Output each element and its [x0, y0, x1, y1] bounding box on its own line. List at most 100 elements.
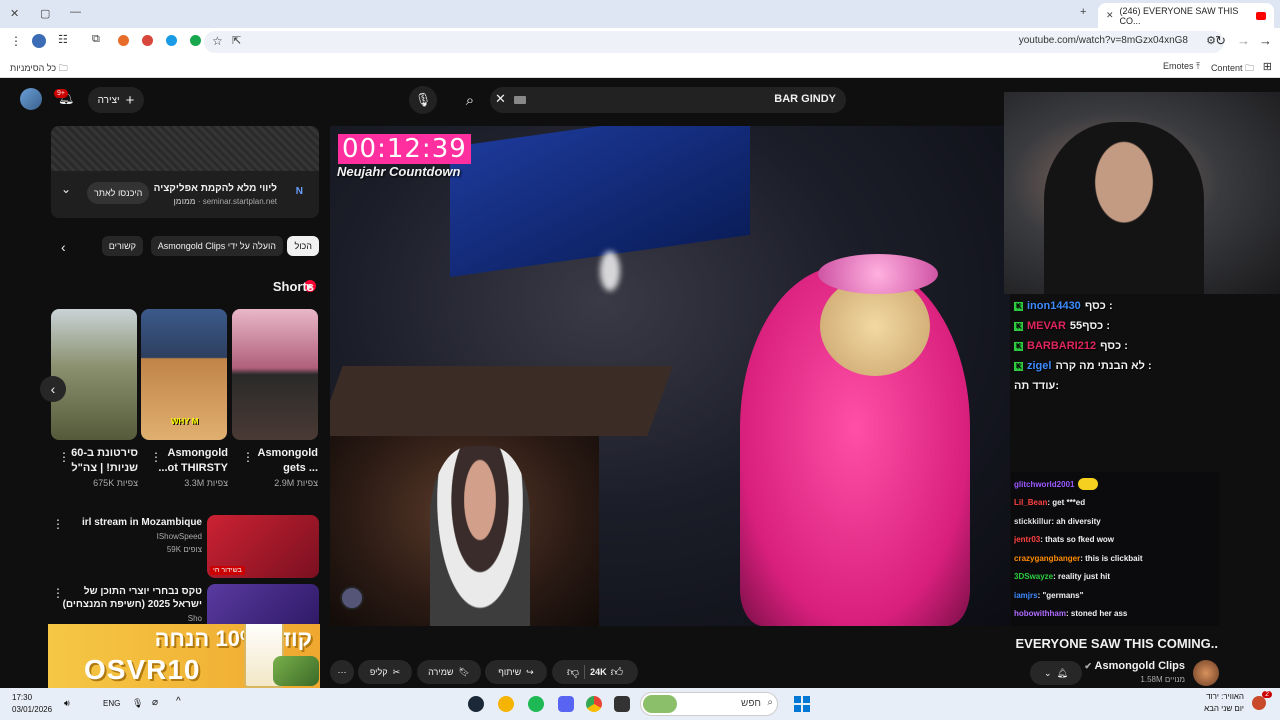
chip-related[interactable]: קשורים: [101, 236, 143, 256]
create-button[interactable]: + יצירה: [88, 87, 144, 113]
video-row-title[interactable]: irl stream in Mozambique: [52, 517, 202, 528]
reload-icon[interactable]: ↻: [1215, 33, 1226, 49]
minimize-window-icon[interactable]: —: [70, 6, 81, 18]
youtube-favicon-icon: [1255, 11, 1266, 20]
save-button[interactable]: 🔖︎ שמירה: [417, 660, 481, 684]
search-icon[interactable]: ⌕: [456, 86, 484, 114]
short-views: 675K צפיות: [93, 478, 138, 488]
search-icon: ⌕: [767, 697, 773, 708]
chevron-up-icon[interactable]: ^: [176, 696, 181, 707]
subscriber-count: 1.58M מנויים: [1140, 675, 1185, 684]
channel-name[interactable]: ✔ Asmongold Clips: [1084, 660, 1185, 672]
restore-window-icon[interactable]: ▢: [40, 7, 50, 20]
channel-name-text: Asmongold Clips: [1094, 660, 1185, 672]
task-view-icon[interactable]: [614, 696, 630, 712]
more-options-icon[interactable]: ⋮: [52, 586, 64, 600]
new-tab-icon[interactable]: +: [1080, 6, 1086, 18]
weather-line1[interactable]: האוויר: ירוד: [1206, 692, 1244, 701]
avatar[interactable]: [20, 88, 42, 110]
more-options-icon[interactable]: ⋮: [242, 450, 254, 464]
chat-message: hobowithham: stoned her ass: [1014, 609, 1128, 619]
more-actions-button[interactable]: ⋯: [330, 660, 354, 684]
chat-text: עודד תה:: [1014, 380, 1059, 392]
all-bookmarks-link[interactable]: כל הסימניות 🗀: [10, 61, 68, 77]
channel-avatar[interactable]: [1193, 660, 1219, 686]
bookmark-content[interactable]: Content 🗀: [1211, 61, 1254, 77]
short-caption[interactable]: סירטונת ב-60 שניות! | צה"ל: [58, 446, 138, 476]
puzzle-icon[interactable]: ⧉: [92, 33, 100, 46]
forward-icon[interactable]: →: [1259, 33, 1272, 48]
clock-time[interactable]: 17:30: [12, 693, 32, 702]
network-icon[interactable]: ⌀: [152, 697, 158, 708]
back-icon[interactable]: →: [1237, 33, 1250, 48]
clock-date[interactable]: 03/01/2026: [12, 705, 52, 714]
extension-icon[interactable]: [166, 35, 177, 46]
microphone-icon[interactable]: 🎙︎: [132, 698, 143, 709]
short-thumbnail[interactable]: [51, 309, 137, 440]
bell-icon: 🔔︎: [1056, 667, 1068, 678]
steam-icon[interactable]: [468, 696, 484, 712]
more-options-icon[interactable]: ⋮: [150, 450, 162, 464]
crown-scene: [818, 254, 938, 294]
extension-icon[interactable]: [118, 35, 129, 46]
chevron-down-icon[interactable]: ⌄: [61, 182, 71, 196]
chevron-left-icon[interactable]: ‹: [40, 376, 66, 402]
weather-line2[interactable]: יום שני הבא: [1204, 704, 1244, 713]
spotify-icon[interactable]: [528, 696, 544, 712]
windows-start-icon[interactable]: [794, 696, 810, 712]
more-options-icon[interactable]: ⋮: [58, 450, 70, 464]
weather-icon[interactable]: [1252, 696, 1266, 710]
like-button[interactable]: 👍︎ 24K: [590, 665, 623, 680]
streamer-scene: [1044, 122, 1204, 294]
address-bar[interactable]: ☆ ⇱ youtube.com/watch?v=8mGzx04xnG8 ⚙: [204, 31, 1224, 53]
discord-icon[interactable]: [558, 696, 574, 712]
clip-button[interactable]: ✂ קליפ: [358, 660, 412, 684]
video-thumbnail[interactable]: [273, 656, 319, 686]
thumbs-down-icon[interactable]: 👎︎: [567, 665, 579, 680]
extension-icon[interactable]: [190, 35, 201, 46]
ad-cta-button[interactable]: היכנסו לאתר: [87, 182, 150, 204]
channel-watermark: [340, 586, 364, 610]
video-row-title[interactable]: טקס נבחרי יוצרי התוכן של ישראל 2025 (חשי…: [52, 585, 202, 611]
profile-icon[interactable]: [32, 34, 46, 48]
extension-icon[interactable]: [142, 35, 153, 46]
install-icon[interactable]: ⇱: [232, 34, 241, 47]
video-row-channel[interactable]: IShowSpeed: [157, 532, 202, 541]
search-input[interactable]: ✕ BAR GINDY: [490, 87, 846, 113]
browser-tab[interactable]: (246) EVERYONE SAW THIS CO... ✕: [1098, 3, 1274, 28]
apps-icon[interactable]: ⊞: [1263, 60, 1272, 73]
microphone-icon[interactable]: 🎙︎: [409, 86, 437, 114]
ad-card[interactable]: ⌄ היכנסו לאתר ליווי מלא להקמת אפליקציה מ…: [51, 126, 319, 218]
volume-icon[interactable]: 🔊︎: [64, 698, 70, 709]
share-button[interactable]: ↪ שיתוף: [485, 660, 547, 684]
chat-user: Lil_Bean: [1014, 498, 1048, 508]
more-options-icon[interactable]: ⋮: [52, 517, 64, 531]
star-icon[interactable]: ☆: [212, 34, 223, 48]
app-icon[interactable]: [498, 696, 514, 712]
chat-text: thats so fked wow: [1045, 535, 1115, 545]
clear-search-icon[interactable]: ✕: [495, 91, 506, 107]
chat-text: כסף55 :: [1069, 320, 1110, 332]
close-window-icon[interactable]: ✕: [10, 7, 19, 20]
weather-badge: 2: [1262, 691, 1272, 698]
menu-icon[interactable]: ⋮: [10, 34, 22, 48]
chrome-icon[interactable]: [586, 696, 602, 712]
keyboard-icon[interactable]: [514, 96, 526, 104]
search-placeholder: חפש: [741, 698, 761, 709]
chip-uploaded-by[interactable]: Asmongold Clips הועלה על ידי: [150, 236, 283, 256]
video-row-channel[interactable]: Sho: [188, 614, 202, 623]
close-tab-icon[interactable]: ✕: [1106, 10, 1114, 21]
taskbar-search[interactable]: חפש ⌕: [640, 692, 778, 716]
chip-all[interactable]: הכול: [287, 236, 319, 256]
video-thumbnail[interactable]: בשידור חי: [207, 515, 319, 578]
short-thumbnail[interactable]: WHY M: [141, 309, 227, 440]
bookmark-emotes[interactable]: Emotes ⤒: [1163, 61, 1200, 72]
extension-icon[interactable]: ☷: [58, 33, 68, 46]
chevron-left-icon[interactable]: ‹: [61, 239, 66, 255]
short-thumbnail[interactable]: [232, 309, 318, 440]
chat-message: K MEVAR כסף55 :: [1014, 316, 1214, 336]
language-indicator[interactable]: ENG: [103, 699, 120, 708]
chip-label: הכול: [294, 241, 312, 251]
chat-text: reality just hit: [1058, 572, 1111, 582]
subscribed-button[interactable]: 🔔︎ ⌄: [1030, 661, 1082, 685]
